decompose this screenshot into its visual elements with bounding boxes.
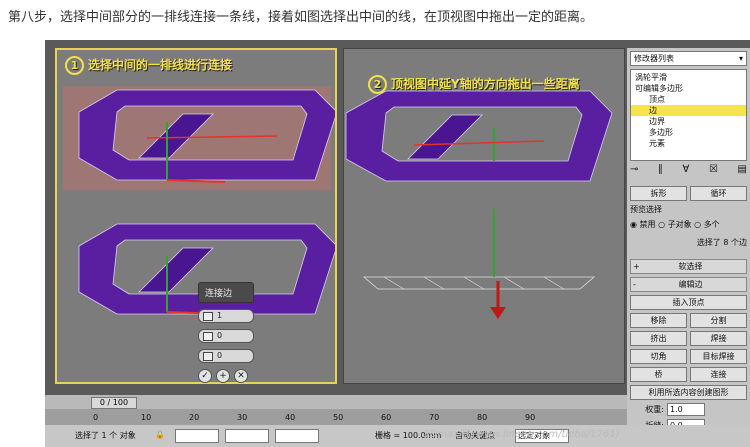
- ring-button[interactable]: 拆形: [630, 186, 687, 201]
- insert-vertex-row: 插入顶点: [630, 295, 747, 310]
- segments-spinner[interactable]: 1: [198, 309, 254, 323]
- stack-item-border[interactable]: 边界: [631, 116, 746, 127]
- ring-loop-row: 拆形 循环: [630, 186, 747, 201]
- front-wireframe: [362, 276, 596, 290]
- connect-edges-caddy[interactable]: 连接边 1 0 0 ✓ + ✕: [198, 282, 254, 383]
- caddy-ok-button[interactable]: ✓: [198, 369, 212, 383]
- timeline[interactable]: 0 / 100: [45, 395, 627, 409]
- step-1-text: 选择中间的一排线进行连接: [88, 58, 233, 72]
- top-mesh: [345, 90, 613, 182]
- chamfer-button[interactable]: 切角: [630, 349, 687, 364]
- pinch-spinner[interactable]: 0: [198, 329, 254, 343]
- stack-item-polygon[interactable]: 多边形: [631, 127, 746, 138]
- step-1-number: 1: [65, 56, 84, 75]
- preview-selection-options: ◉ 禁用 ○ 子对象 ○ 多个: [630, 219, 747, 231]
- chamfer-targetweld-row: 切角 目标焊接: [630, 349, 747, 364]
- stack-item-edge[interactable]: 边: [631, 105, 746, 116]
- make-unique-icon[interactable]: ∀: [683, 164, 690, 178]
- create-shape-row: 利用所选内容创建图形: [630, 385, 747, 400]
- command-panel: 修改器列表 涡轮平滑 可编辑多边形 顶点 边 边界 多边形 元素 ⊸ ∥ ∀ ☒…: [627, 48, 750, 447]
- coord-y-field[interactable]: [225, 429, 269, 443]
- time-slider[interactable]: 0 / 100: [91, 397, 137, 409]
- tutorial-caption: 第八步，选择中间部分的一排线连接一条线，接着如图选择出中间的线，在顶视图中拖出一…: [8, 10, 594, 25]
- status-selected-count: 选择了 1 个 对象: [75, 431, 136, 440]
- ruler-tick: 0: [93, 413, 99, 422]
- ruler-tick: 30: [237, 413, 248, 422]
- top-mesh-diagonal: [407, 114, 483, 160]
- preview-selection-label: 预览选择: [630, 205, 662, 214]
- configure-sets-icon[interactable]: ▤: [738, 164, 747, 178]
- caddy-buttons: ✓ + ✕: [198, 369, 254, 383]
- front-wireframe-lines: [383, 276, 565, 290]
- remove-modifier-icon[interactable]: ☒: [709, 164, 718, 178]
- watermark: 3Dmax吧 (www.lineeg.com/tieba/1761): [423, 429, 620, 440]
- viewport-perspective[interactable]: 1 选择中间的一排线进行连接: [55, 48, 337, 384]
- ruler-tick: 20: [189, 413, 200, 422]
- remove-split-row: 移除 分割: [630, 313, 747, 328]
- bridge-button[interactable]: 桥: [630, 367, 687, 382]
- show-end-result-icon[interactable]: ∥: [658, 164, 663, 178]
- radio-subobject[interactable]: ○ 子对象: [658, 220, 692, 229]
- selection-status: 选择了 8 个边: [696, 238, 747, 247]
- insert-vertex-button[interactable]: 插入顶点: [630, 295, 747, 310]
- stack-item-element[interactable]: 元素: [631, 138, 746, 149]
- stack-toolbar: ⊸ ∥ ∀ ☒ ▤: [630, 164, 747, 178]
- 3dsmax-screenshot: 1 选择中间的一排线进行连接 2 顶视图中延Y轴的方向拖出一些距离 连接边 1 0 …: [45, 40, 750, 447]
- viewport-top[interactable]: 2 顶视图中延Y轴的方向拖出一些距离: [343, 48, 625, 384]
- stack-item-editable-poly[interactable]: 可编辑多边形: [631, 83, 746, 94]
- weight-row: 权重: 1.0: [630, 403, 747, 416]
- radio-multi[interactable]: ○ 多个: [694, 220, 720, 229]
- edit-edges-rollout[interactable]: - 编辑边: [630, 277, 747, 292]
- ruler-tick: 90: [525, 413, 536, 422]
- caddy-title: 连接边: [198, 282, 254, 303]
- step-2-text: 顶视图中延Y轴的方向拖出一些距离: [391, 77, 580, 91]
- modifier-stack: 涡轮平滑 可编辑多边形 顶点 边 边界 多边形 元素: [630, 69, 747, 161]
- coord-x-field[interactable]: [175, 429, 219, 443]
- target-weld-button[interactable]: 目标焊接: [690, 349, 747, 364]
- weld-button[interactable]: 焊接: [690, 331, 747, 346]
- pin-stack-icon[interactable]: ⊸: [630, 164, 638, 178]
- weight-label: 权重:: [645, 405, 664, 414]
- ruler-tick: 50: [333, 413, 344, 422]
- viewport-right-canvas: [345, 90, 613, 319]
- extrude-weld-row: 挤出 焊接: [630, 331, 747, 346]
- weight-field[interactable]: 1.0: [667, 403, 705, 416]
- split-button[interactable]: 分割: [690, 313, 747, 328]
- track-bar-ruler[interactable]: 0 10 20 30 40 50 60 70 80 90: [45, 409, 627, 425]
- coord-z-field[interactable]: [275, 429, 319, 443]
- radio-disabled[interactable]: ◉ 禁用: [630, 220, 656, 229]
- bridge-connect-row: 桥 连接: [630, 367, 747, 382]
- stack-item-turbosmooth[interactable]: 涡轮平滑: [631, 72, 746, 83]
- step-2-label: 2 顶视图中延Y轴的方向拖出一些距离: [368, 75, 580, 94]
- extrude-button[interactable]: 挤出: [630, 331, 687, 346]
- step-2-number: 2: [368, 75, 387, 94]
- slide-spinner[interactable]: 0: [198, 349, 254, 363]
- remove-button[interactable]: 移除: [630, 313, 687, 328]
- ruler-tick: 70: [429, 413, 440, 422]
- stack-item-vertex[interactable]: 顶点: [631, 94, 746, 105]
- ruler-tick: 60: [381, 413, 392, 422]
- step-1-label: 1 选择中间的一排线进行连接: [65, 56, 232, 75]
- lock-selection-icon[interactable]: 🔒: [155, 430, 165, 439]
- soft-selection-rollout[interactable]: + 软选择: [630, 259, 747, 274]
- ruler-tick: 10: [141, 413, 152, 422]
- drag-arrow-head: [490, 307, 506, 319]
- viewport-left-canvas: [63, 86, 335, 315]
- caddy-cancel-button[interactable]: ✕: [234, 369, 248, 383]
- create-shape-button[interactable]: 利用所选内容创建图形: [630, 385, 747, 400]
- connect-button[interactable]: 连接: [690, 367, 747, 382]
- status-bar: 选择了 1 个 对象 🔒 栅格 = 100.0mm 自动关键点 选定对象: [45, 425, 750, 447]
- loop-button[interactable]: 循环: [690, 186, 747, 201]
- ruler-tick: 80: [477, 413, 488, 422]
- ruler-tick: 40: [285, 413, 296, 422]
- caddy-apply-button[interactable]: +: [216, 369, 230, 383]
- modifier-list-dropdown[interactable]: 修改器列表: [630, 51, 747, 66]
